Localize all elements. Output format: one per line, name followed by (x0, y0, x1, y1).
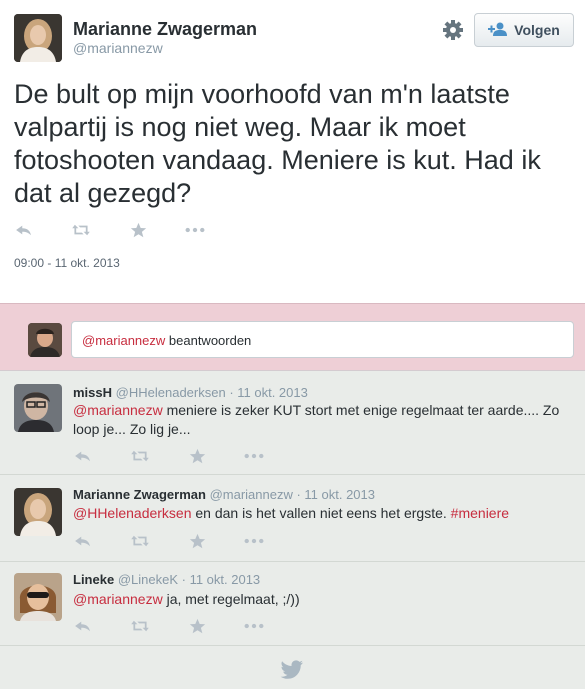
follow-user-icon (488, 22, 508, 39)
favorite-icon[interactable] (187, 448, 207, 464)
reply-input[interactable]: @mariannezw beantwoorden (71, 321, 574, 358)
reply-avatar[interactable] (14, 573, 62, 621)
reply-input-mention: @mariannezw (82, 333, 166, 348)
reply-avatar[interactable] (14, 488, 62, 536)
reply-author-name[interactable]: Lineke (73, 572, 114, 587)
follow-button[interactable]: Volgen (474, 13, 574, 47)
main-tweet: Marianne Zwagerman @mariannezw Volgen De… (0, 0, 585, 303)
reply-mention[interactable]: @mariannezw (73, 402, 163, 418)
tweet-timestamp[interactable]: 09:00 - 11 okt. 2013 (14, 256, 120, 270)
reply-actions (73, 533, 301, 549)
favorite-icon[interactable] (128, 222, 148, 238)
reply-icon[interactable] (14, 222, 34, 238)
author-name[interactable]: Marianne Zwagerman (73, 19, 257, 40)
reply-mention[interactable]: @mariannezw (73, 591, 163, 607)
reply-input-placeholder: beantwoorden (165, 333, 252, 348)
retweet-icon[interactable] (130, 448, 150, 464)
reply-icon[interactable] (73, 448, 93, 464)
reply-date[interactable]: · 11 okt. 2013 (296, 487, 375, 502)
reply-item[interactable]: missH @HHelenaderksen · 11 okt. 2013 @ma… (0, 371, 585, 475)
gear-icon[interactable] (441, 18, 465, 42)
reply-header: Marianne Zwagerman @mariannezw · 11 okt.… (73, 487, 375, 502)
reply-author-name[interactable]: Marianne Zwagerman (73, 487, 206, 502)
retweet-icon[interactable] (71, 222, 91, 238)
more-icon[interactable] (244, 533, 264, 549)
reply-author-handle[interactable]: @HHelenaderksen (116, 385, 226, 400)
reply-date[interactable]: · 11 okt. 2013 (229, 385, 308, 400)
reply-hashtag[interactable]: #meniere (451, 505, 509, 521)
current-user-avatar (28, 323, 62, 357)
twitter-bird-icon[interactable] (280, 660, 304, 680)
tweet-actions (14, 222, 242, 238)
retweet-icon[interactable] (130, 533, 150, 549)
reply-author-name[interactable]: missH (73, 385, 112, 400)
reply-author-handle[interactable]: @LinekeK (118, 572, 178, 587)
reply-author-handle[interactable]: @mariannezw (210, 487, 293, 502)
reply-text: @mariannezw meniere is zeker KUT stort m… (73, 401, 578, 439)
favorite-icon[interactable] (187, 618, 207, 634)
more-icon[interactable] (185, 222, 205, 238)
favorite-icon[interactable] (187, 533, 207, 549)
more-icon[interactable] (244, 618, 264, 634)
retweet-icon[interactable] (130, 618, 150, 634)
reply-icon[interactable] (73, 618, 93, 634)
reply-item[interactable]: Lineke @LinekeK · 11 okt. 2013 @marianne… (0, 562, 585, 646)
reply-mention[interactable]: @HHelenaderksen (73, 505, 192, 521)
tweet-text: De bult op mijn voorhoofd van m'n laatst… (14, 79, 541, 208)
reply-avatar[interactable] (14, 384, 62, 432)
more-icon[interactable] (244, 448, 264, 464)
reply-text: @HHelenaderksen en dan is het vallen nie… (73, 504, 578, 523)
reply-icon[interactable] (73, 533, 93, 549)
reply-body: en dan is het vallen niet eens het ergst… (191, 505, 451, 521)
reply-header: missH @HHelenaderksen · 11 okt. 2013 (73, 385, 308, 400)
reply-date[interactable]: · 11 okt. 2013 (182, 572, 261, 587)
author-avatar[interactable] (14, 14, 62, 62)
reply-box: @mariannezw beantwoorden (0, 303, 585, 371)
author-handle[interactable]: @mariannezw (73, 40, 163, 56)
reply-item[interactable]: Marianne Zwagerman @mariannezw · 11 okt.… (0, 475, 585, 562)
reply-header: Lineke @LinekeK · 11 okt. 2013 (73, 572, 260, 587)
reply-actions (73, 448, 301, 464)
follow-button-label: Volgen (514, 22, 560, 38)
reply-text: @mariannezw ja, met regelmaat, ;/)) (73, 590, 578, 609)
reply-actions (73, 618, 301, 634)
reply-body: ja, met regelmaat, ;/)) (162, 591, 300, 607)
